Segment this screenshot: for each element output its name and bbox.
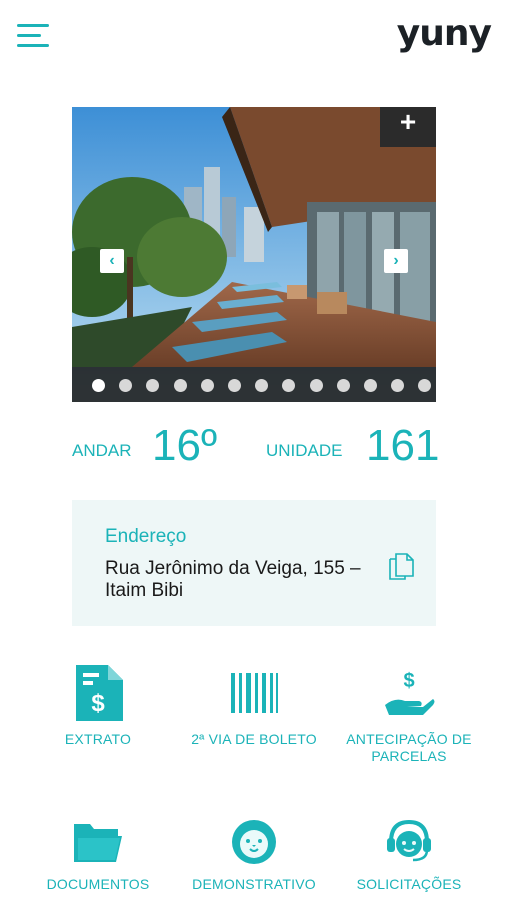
svg-text:$: $ (403, 670, 414, 692)
folder-icon (74, 824, 122, 862)
copy-icon[interactable] (386, 550, 416, 580)
documentos-label: DOCUMENTOS (46, 876, 150, 892)
gallery-prev-button[interactable]: ‹ (100, 249, 124, 273)
lion-icon (232, 820, 276, 864)
headset-support-icon (387, 819, 431, 862)
top-bar: yuny (0, 0, 507, 80)
antecipacao-label: ANTECIPAÇÃO DE PARCELAS (346, 731, 472, 764)
gallery-dot[interactable] (391, 379, 405, 392)
photo-gallery[interactable]: + ‹ › (72, 107, 436, 402)
statement-icon: $ (76, 665, 123, 721)
floor-value: 16º (152, 421, 218, 470)
boleto-label: 2ª VIA DE BOLETO (191, 731, 317, 747)
gallery-dot[interactable] (418, 379, 432, 392)
documentos-button[interactable]: DOCUMENTOS (23, 818, 173, 893)
unit-label: UNIDADE (266, 441, 343, 460)
svg-text:$: $ (91, 690, 105, 717)
address-title: Endereço (105, 526, 187, 547)
gallery-dot[interactable] (200, 379, 214, 392)
gallery-next-button[interactable]: › (384, 249, 408, 273)
barcode-icon (231, 673, 278, 713)
demonstrativo-button[interactable]: DEMONSTRATIVO (179, 818, 329, 893)
gallery-pagination (72, 367, 436, 402)
gallery-dot[interactable] (173, 379, 187, 392)
demonstrativo-label: DEMONSTRATIVO (192, 876, 316, 892)
gallery-dot[interactable] (364, 379, 377, 392)
address-text: Rua Jerônimo da Veiga, 155 – Itaim Bibi (105, 558, 361, 601)
extrato-button[interactable]: $ EXTRATO (23, 665, 173, 748)
gallery-dot[interactable] (336, 379, 350, 392)
brand-logo: yuny (396, 13, 492, 54)
solicitacoes-button[interactable]: SOLICITAÇÕES (334, 818, 484, 893)
hand-money-icon: $ (385, 670, 435, 715)
gallery-dot[interactable] (282, 379, 296, 392)
gallery-dot[interactable] (309, 379, 323, 392)
hamburger-menu-icon[interactable] (17, 24, 49, 50)
gallery-dot[interactable] (92, 379, 105, 392)
gallery-photo (72, 107, 436, 402)
gallery-dot[interactable] (119, 379, 133, 392)
antecipacao-button[interactable]: $ ANTECIPAÇÃO DE PARCELAS (334, 665, 484, 765)
unit-value: 161 (366, 421, 440, 470)
gallery-dot[interactable] (228, 379, 241, 392)
boleto-button[interactable]: 2ª VIA DE BOLETO (179, 665, 329, 748)
extrato-label: EXTRATO (64, 731, 132, 747)
expand-gallery-button[interactable]: + (380, 107, 436, 147)
address-card: Endereço Rua Jerônimo da Veiga, 155 – It… (72, 500, 436, 626)
gallery-dot[interactable] (255, 379, 269, 392)
gallery-dot[interactable] (146, 379, 160, 392)
unit-info: ANDAR 16º UNIDADE 161 (72, 421, 440, 476)
floor-label: ANDAR (72, 441, 132, 460)
solicitacoes-label: SOLICITAÇÕES (356, 876, 462, 892)
